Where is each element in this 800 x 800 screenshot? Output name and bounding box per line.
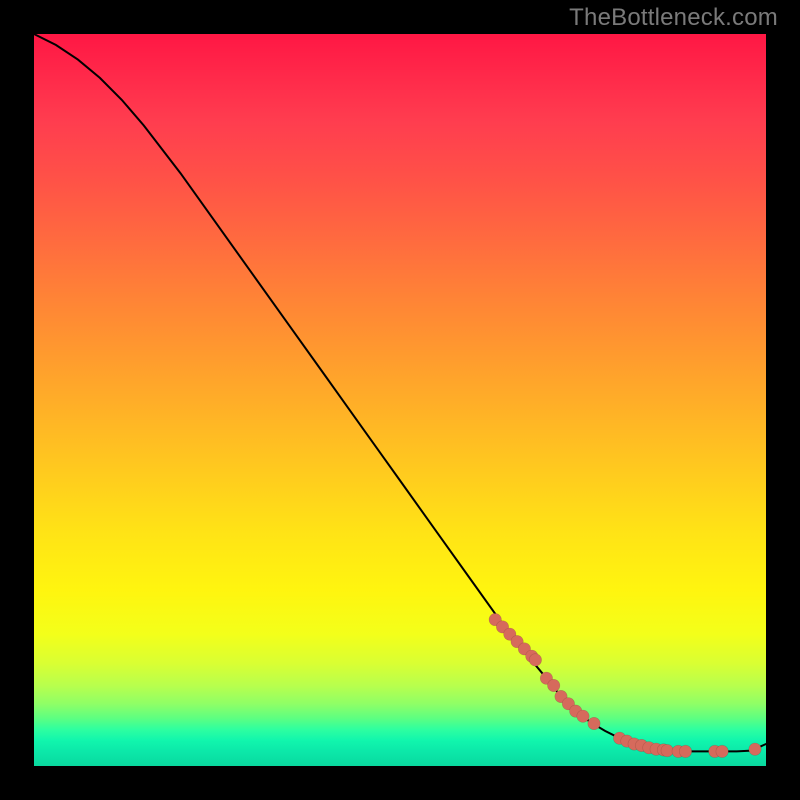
bottleneck-curve xyxy=(34,34,766,751)
data-point xyxy=(577,710,589,722)
data-point xyxy=(679,745,691,757)
attribution-label: TheBottleneck.com xyxy=(569,4,778,32)
plot-area xyxy=(34,34,766,766)
data-point xyxy=(749,743,761,755)
data-point xyxy=(529,654,541,666)
data-point xyxy=(588,717,600,729)
data-point xyxy=(548,679,560,691)
data-point xyxy=(716,745,728,757)
data-points-group xyxy=(489,613,761,757)
chart-frame: TheBottleneck.com xyxy=(0,0,800,800)
curve-layer xyxy=(34,34,766,766)
data-point xyxy=(661,744,673,756)
